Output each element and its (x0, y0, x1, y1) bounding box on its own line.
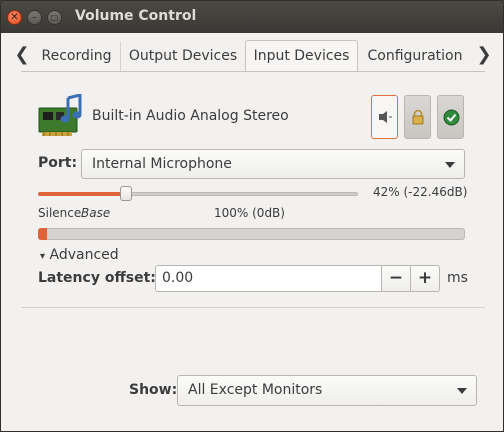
latency-unit-label: ms (447, 270, 468, 286)
volume-control-window: ✕ – □ Volume Control ❮ Recording Output … (0, 0, 504, 432)
volume-readout: 42% (-22.46dB) (373, 185, 468, 199)
silence-mark-label: Silence (38, 206, 82, 220)
sound-card-icon (38, 93, 84, 138)
hundred-percent-mark-label: 100% (0dB) (214, 206, 285, 220)
advanced-expander[interactable]: ▾ Advanced (40, 247, 119, 263)
window-title: Volume Control (75, 8, 197, 24)
tab-input-devices[interactable]: Input Devices (245, 40, 358, 71)
show-filter-select[interactable]: All Except Monitors (177, 375, 477, 406)
close-window-button[interactable]: ✕ (7, 10, 22, 25)
minimize-window-button[interactable]: – (27, 10, 42, 25)
latency-offset-label: Latency offset: (38, 270, 156, 286)
device-name: Built-in Audio Analog Stereo (92, 108, 289, 124)
separator (21, 307, 485, 308)
mute-toggle-button[interactable] (371, 95, 398, 139)
show-filter-label: Show: (129, 382, 178, 398)
tab-scroll-right-icon[interactable]: ❯ (475, 45, 493, 65)
latency-offset-input[interactable]: 0.00 (155, 265, 382, 292)
input-level-meter-fill (38, 228, 47, 240)
dropdown-arrow-icon (457, 388, 467, 394)
maximize-window-button[interactable]: □ (47, 10, 62, 25)
volume-slider-fill (38, 192, 126, 196)
port-select-value: Internal Microphone (92, 156, 232, 172)
tab-bar: ❮ Recording Output Devices Input Devices… (1, 39, 503, 71)
port-label: Port: (38, 155, 78, 171)
latency-decrement-button[interactable]: − (381, 265, 411, 292)
input-level-meter (38, 228, 465, 240)
lock-channels-toggle-button[interactable] (404, 95, 431, 139)
advanced-expander-label: Advanced (49, 247, 119, 263)
volume-slider-handle[interactable] (119, 186, 132, 201)
latency-increment-button[interactable]: + (410, 265, 440, 292)
dropdown-arrow-icon (445, 162, 455, 168)
port-select[interactable]: Internal Microphone (81, 149, 465, 179)
tab-configuration[interactable]: Configuration (359, 42, 471, 71)
set-default-toggle-button[interactable] (437, 95, 464, 139)
titlebar: ✕ – □ Volume Control (1, 1, 503, 33)
tab-scroll-left-icon[interactable]: ❮ (13, 45, 31, 65)
expander-arrow-icon: ▾ (40, 251, 46, 262)
show-filter-value: All Except Monitors (188, 382, 323, 398)
tab-output-devices[interactable]: Output Devices (121, 42, 245, 71)
tab-recording[interactable]: Recording (33, 42, 121, 71)
base-mark-label: Base (81, 206, 111, 220)
